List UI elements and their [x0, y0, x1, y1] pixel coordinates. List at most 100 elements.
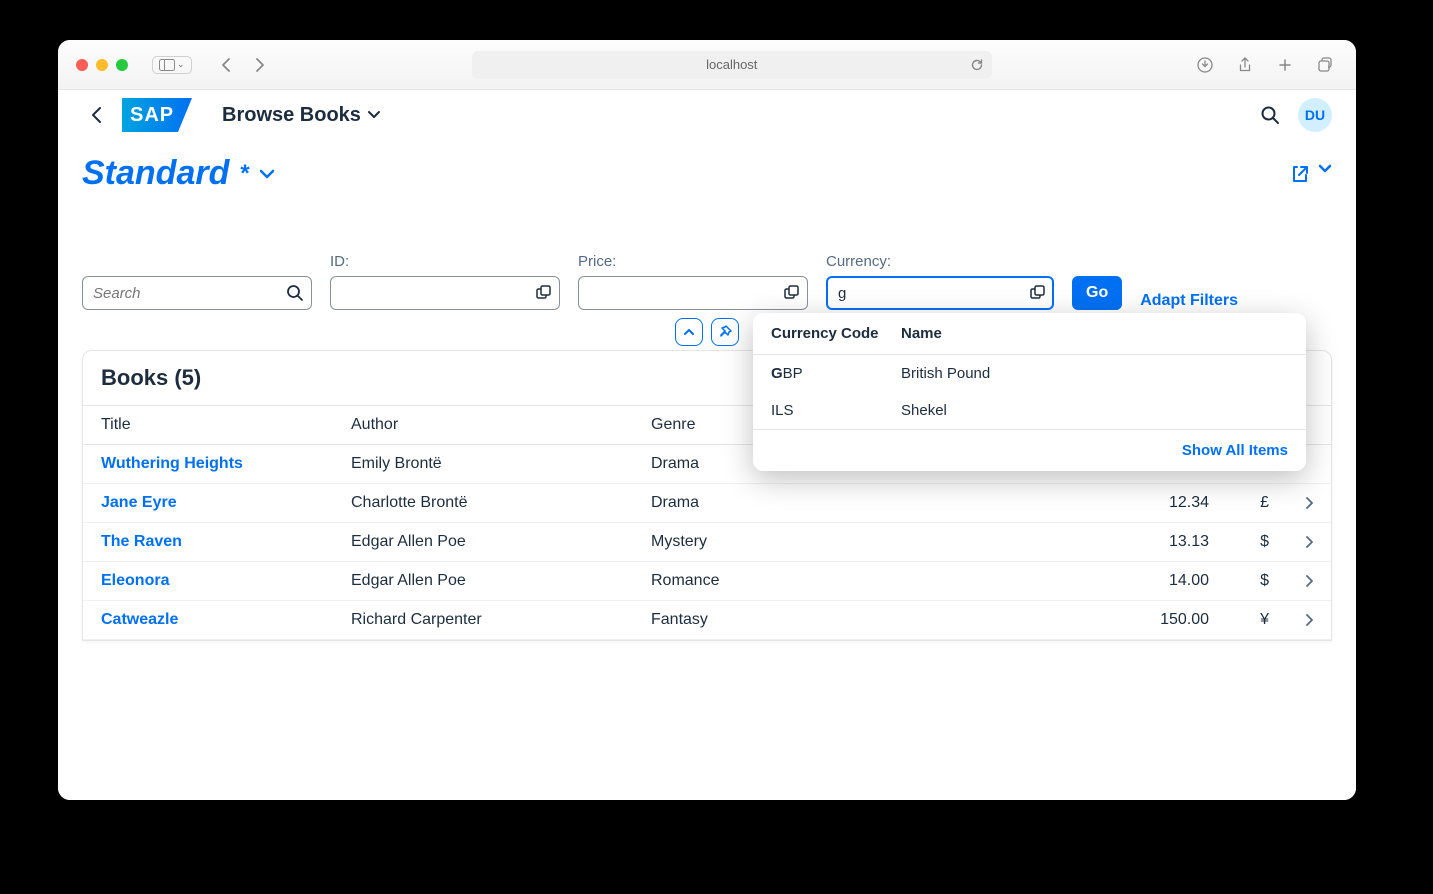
address-bar-container: localhost — [286, 51, 1178, 79]
suggestion-code-rest: ILS — [771, 402, 794, 419]
variant-selector[interactable]: Standard* — [82, 154, 275, 193]
search-icon[interactable] — [286, 284, 304, 302]
browser-back-button[interactable] — [214, 54, 240, 76]
app-back-button[interactable] — [82, 106, 112, 124]
book-title-link[interactable]: Jane Eyre — [101, 494, 177, 511]
search-input[interactable] — [82, 276, 312, 310]
tabs-button[interactable] — [1312, 54, 1338, 76]
row-nav[interactable] — [1287, 601, 1331, 640]
shell-title-text: Browse Books — [222, 104, 361, 127]
row-nav[interactable] — [1287, 523, 1331, 562]
chevron-up-icon — [683, 328, 695, 336]
shell-right: DU — [1260, 98, 1332, 132]
adapt-filters-link[interactable]: Adapt Filters — [1140, 292, 1238, 310]
chevron-right-icon — [1305, 536, 1313, 548]
variant-header: Standard* — [58, 140, 1356, 201]
value-help-icon[interactable] — [536, 285, 552, 301]
filter-id-group: ID: — [330, 253, 560, 310]
value-help-icon[interactable] — [1030, 285, 1046, 301]
new-tab-button[interactable] — [1272, 54, 1298, 76]
cell-genre: Romance — [633, 562, 1087, 601]
chevron-right-icon — [1305, 614, 1313, 626]
chevron-down-icon — [259, 168, 275, 180]
col-author[interactable]: Author — [333, 406, 633, 445]
cell-genre: Fantasy — [633, 601, 1087, 640]
tabs-icon — [1317, 57, 1333, 73]
shell-search-button[interactable] — [1260, 105, 1280, 125]
col-title[interactable]: Title — [83, 406, 333, 445]
pin-header-button[interactable] — [711, 318, 739, 346]
search-icon — [1260, 105, 1280, 125]
share-box-icon — [1290, 164, 1310, 184]
cell-author: Edgar Allen Poe — [333, 523, 633, 562]
sidebar-toggle-button[interactable]: ⌄ — [152, 56, 192, 74]
table-row[interactable]: The RavenEdgar Allen PoeMystery13.13$ — [83, 523, 1331, 562]
suggestions-header: Currency Code Name — [753, 313, 1306, 355]
suggestion-header-code: Currency Code — [771, 325, 901, 342]
filter-currency-group: Currency: Currency Code Name GBP Brit — [826, 253, 1054, 310]
suggestion-header-name: Name — [901, 325, 942, 342]
filter-price-group: Price: — [578, 253, 808, 310]
address-text: localhost — [706, 57, 757, 72]
variant-modified-marker: * — [239, 160, 248, 188]
price-label: Price: — [578, 253, 808, 270]
cell-currency: ¥ — [1227, 601, 1287, 640]
chevron-right-icon — [253, 57, 265, 73]
cell-genre: Drama — [633, 484, 1087, 523]
browser-window: ⌄ localhost — [58, 40, 1356, 800]
reload-icon[interactable] — [970, 58, 984, 72]
browser-chrome: ⌄ localhost — [58, 40, 1356, 90]
variant-dropdown-button[interactable] — [1318, 164, 1332, 184]
window-zoom-button[interactable] — [116, 59, 128, 71]
sidebar-icon — [159, 59, 175, 71]
book-title-link[interactable]: Wuthering Heights — [101, 455, 243, 472]
share-variant-button[interactable] — [1290, 164, 1310, 184]
suggestion-row[interactable]: ILS Shekel — [753, 392, 1306, 429]
show-all-items-link[interactable]: Show All Items — [1182, 442, 1288, 459]
table-row[interactable]: CatweazleRichard CarpenterFantasy150.00¥ — [83, 601, 1331, 640]
collapse-header-button[interactable] — [675, 318, 703, 346]
row-nav[interactable] — [1287, 562, 1331, 601]
nav-arrows — [214, 54, 272, 76]
chevron-right-icon — [1305, 497, 1313, 509]
suggestion-row[interactable]: GBP British Pound — [753, 355, 1306, 392]
shell-bar: SAP Browse Books DU — [58, 90, 1356, 140]
id-label: ID: — [330, 253, 560, 270]
currency-input[interactable] — [826, 276, 1054, 310]
table-row[interactable]: Jane EyreCharlotte BrontëDrama12.34£ — [83, 484, 1331, 523]
cell-author: Edgar Allen Poe — [333, 562, 633, 601]
chevron-left-icon — [91, 106, 103, 124]
currency-label: Currency: — [826, 253, 1054, 270]
share-button[interactable] — [1232, 54, 1258, 76]
cell-author: Richard Carpenter — [333, 601, 633, 640]
table-row[interactable]: EleonoraEdgar Allen PoeRomance14.00$ — [83, 562, 1331, 601]
row-nav[interactable] — [1287, 484, 1331, 523]
suggestion-code-bold: G — [771, 365, 783, 382]
downloads-button[interactable] — [1192, 54, 1218, 76]
variant-actions — [1290, 164, 1332, 184]
chevron-right-icon — [1305, 575, 1313, 587]
book-title-link[interactable]: The Raven — [101, 533, 182, 550]
price-input[interactable] — [578, 276, 808, 310]
user-avatar[interactable]: DU — [1298, 98, 1332, 132]
download-icon — [1197, 57, 1213, 73]
suggestion-name: British Pound — [901, 365, 990, 382]
cell-price: 12.34 — [1087, 484, 1227, 523]
chrome-right — [1192, 54, 1338, 76]
book-title-link[interactable]: Eleonora — [101, 572, 169, 589]
address-bar[interactable]: localhost — [472, 51, 992, 79]
id-input[interactable] — [330, 276, 560, 310]
browser-forward-button[interactable] — [246, 54, 272, 76]
share-icon — [1238, 57, 1252, 73]
cell-price: 14.00 — [1087, 562, 1227, 601]
suggestions-footer: Show All Items — [753, 429, 1306, 471]
window-close-button[interactable] — [76, 59, 88, 71]
shell-title-dropdown[interactable]: Browse Books — [222, 104, 381, 127]
window-minimize-button[interactable] — [96, 59, 108, 71]
value-help-icon[interactable] — [784, 285, 800, 301]
filter-bar: ID: Price: Currency: — [58, 245, 1356, 326]
book-title-link[interactable]: Catweazle — [101, 611, 178, 628]
cell-genre: Mystery — [633, 523, 1087, 562]
go-button[interactable]: Go — [1072, 276, 1122, 310]
cell-author: Charlotte Brontë — [333, 484, 633, 523]
